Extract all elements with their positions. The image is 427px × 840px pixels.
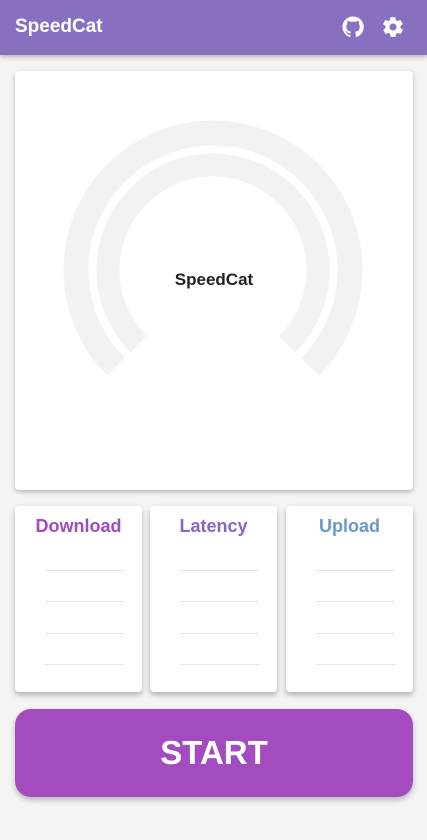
divider bbox=[316, 601, 395, 602]
github-icon[interactable] bbox=[341, 15, 365, 39]
divider bbox=[316, 570, 395, 571]
download-card: Download bbox=[15, 506, 142, 692]
divider bbox=[180, 664, 259, 665]
divider bbox=[45, 633, 124, 634]
divider bbox=[180, 601, 259, 602]
gauge-label: SpeedCat bbox=[174, 270, 254, 289]
divider bbox=[316, 664, 395, 665]
start-button[interactable]: START bbox=[15, 709, 413, 797]
app-title: SpeedCat bbox=[15, 16, 103, 37]
gauge-inner-track bbox=[96, 153, 330, 353]
latency-card: Latency bbox=[150, 506, 277, 692]
speed-gauge-card: SpeedCat bbox=[15, 71, 413, 490]
divider bbox=[45, 570, 124, 571]
divider bbox=[45, 601, 124, 602]
divider bbox=[180, 633, 259, 634]
gear-icon[interactable] bbox=[381, 15, 405, 39]
latency-label: Latency bbox=[179, 516, 248, 536]
upload-card: Upload bbox=[286, 506, 413, 692]
app-header: SpeedCat bbox=[0, 0, 427, 55]
download-label: Download bbox=[35, 516, 122, 536]
upload-label: Upload bbox=[319, 516, 380, 536]
divider bbox=[45, 664, 124, 665]
divider bbox=[316, 633, 395, 634]
divider bbox=[180, 570, 259, 571]
